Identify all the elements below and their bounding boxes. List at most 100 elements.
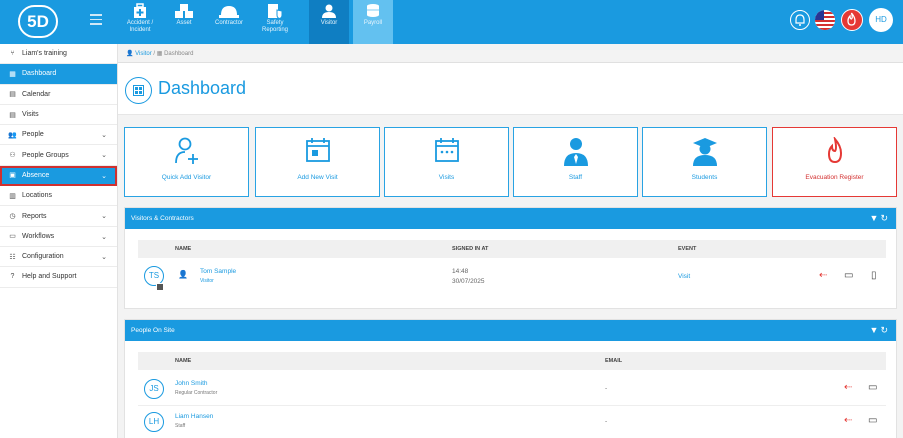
module-label: Visitor bbox=[320, 20, 338, 26]
id-card-icon[interactable]: ▭ bbox=[868, 415, 877, 426]
panel-title: Visitors & Contractors bbox=[131, 215, 194, 222]
page-header: Dashboard bbox=[118, 63, 903, 115]
module-label: Asset bbox=[176, 20, 192, 26]
help-icon: ? bbox=[10, 273, 15, 281]
table-row[interactable]: LH Liam Hansen Staff - ⇠ ▭ bbox=[138, 406, 886, 438]
sidebar-item-label: People bbox=[22, 131, 44, 139]
sidebar-item-visits[interactable]: ▤ Visits bbox=[0, 105, 117, 126]
chevron-down-icon: ⌄ bbox=[101, 132, 107, 140]
sidebar-item-workflows[interactable]: ▭ Workflows ⌄ bbox=[0, 227, 117, 247]
id-card-icon[interactable]: ▭ bbox=[868, 382, 877, 393]
sidebar-item-locations[interactable]: ▥ Locations bbox=[0, 186, 117, 207]
module-visitor[interactable]: Visitor bbox=[309, 0, 349, 44]
tile-quick-add-visitor[interactable]: Quick Add Visitor bbox=[124, 127, 249, 197]
tile-add-new-visit[interactable]: Add New Visit bbox=[255, 127, 380, 197]
branch-icon: ⑂ bbox=[10, 50, 15, 58]
breadcrumb-separator: / bbox=[153, 51, 156, 57]
table-row[interactable]: JS John Smith Regular Contractor - ⇠ ▭ bbox=[138, 372, 886, 406]
sidebar-item-configuration[interactable]: ☷ Configuration ⌄ bbox=[0, 247, 117, 268]
sidebar-item-label: Workflows bbox=[22, 232, 55, 240]
sidebar-item-calendar[interactable]: ▤ Calendar bbox=[0, 85, 117, 105]
row-name[interactable]: Liam Hansen bbox=[175, 413, 213, 420]
sidebar-item-people[interactable]: 👥 People ⌄ bbox=[0, 125, 117, 146]
sign-out-icon[interactable]: ⇠ bbox=[844, 415, 852, 426]
chevron-down-icon: ⌄ bbox=[101, 152, 107, 160]
calendar-add-icon bbox=[305, 138, 330, 162]
row-type: Visitor bbox=[200, 278, 214, 284]
module-payroll[interactable]: Payroll bbox=[353, 0, 393, 44]
visitors-contractors-panel: Visitors & Contractors ▼↻ NAME SIGNED IN… bbox=[124, 207, 897, 309]
sidebar-item-liams-training[interactable]: ⑂ Liam's training bbox=[0, 44, 117, 65]
signed-in-time: 14:48 bbox=[452, 268, 469, 275]
sidebar-item-people-groups[interactable]: ⚇ People Groups ⌄ bbox=[0, 145, 117, 166]
tile-visits[interactable]: Visits bbox=[384, 127, 509, 197]
row-name[interactable]: John Smith bbox=[175, 380, 208, 387]
boxes-icon bbox=[175, 4, 193, 18]
sidebar-item-help-and-support[interactable]: ? Help and Support bbox=[0, 267, 117, 288]
sidebar-item-absence[interactable]: ▣ Absence ⌄ bbox=[0, 165, 117, 187]
person-icon bbox=[322, 4, 336, 18]
logo-area: 5D bbox=[0, 0, 118, 44]
tile-evacuation-register[interactable]: Evacuation Register bbox=[772, 127, 897, 197]
sign-out-icon[interactable]: ⇠ bbox=[844, 382, 852, 393]
sidebar-item-label: Help and Support bbox=[22, 273, 77, 281]
tile-staff[interactable]: Staff bbox=[513, 127, 638, 197]
sidebar-item-reports[interactable]: ◷ Reports ⌄ bbox=[0, 206, 117, 227]
filter-icon[interactable]: ▼ bbox=[870, 325, 881, 335]
tile-students[interactable]: Students bbox=[642, 127, 767, 197]
breadcrumb-current: Dashboard bbox=[164, 51, 194, 57]
top-bar: 5D Accident / Incident Asset Contractor … bbox=[0, 0, 903, 44]
row-name[interactable]: Tom Sample bbox=[200, 268, 236, 275]
coins-icon bbox=[367, 4, 379, 17]
column-header-name: NAME bbox=[175, 246, 192, 252]
settings-icon: ☷ bbox=[9, 253, 16, 261]
sidebar-item-label: Reports bbox=[22, 212, 47, 220]
tile-label: Students bbox=[691, 174, 718, 181]
tile-label: Evacuation Register bbox=[805, 174, 864, 181]
sign-out-icon[interactable]: ⇠ bbox=[819, 270, 827, 281]
event-link[interactable]: Visit bbox=[678, 273, 690, 280]
person-signed-in-icon: 👤 bbox=[178, 270, 188, 279]
breadcrumb-visitor-link[interactable]: Visitor bbox=[135, 51, 152, 57]
notifications-bell-icon[interactable] bbox=[790, 10, 810, 30]
breadcrumb: 👤 Visitor / ▦ Dashboard bbox=[118, 44, 903, 63]
module-safety-reporting[interactable]: Safety Reporting bbox=[255, 0, 295, 44]
tile-label: Visits bbox=[438, 174, 455, 181]
refresh-icon[interactable]: ↻ bbox=[880, 213, 890, 223]
calendar-icon: ▤ bbox=[9, 111, 16, 119]
panel-header: People On Site ▼↻ bbox=[125, 320, 896, 341]
us-flag-icon[interactable] bbox=[815, 10, 835, 30]
filter-icon[interactable]: ▼ bbox=[870, 213, 881, 223]
menu-toggle-icon[interactable] bbox=[90, 14, 102, 25]
user-avatar[interactable]: HD bbox=[869, 8, 893, 32]
id-card-icon[interactable]: ▭ bbox=[844, 270, 853, 281]
add-person-icon bbox=[174, 137, 198, 164]
people-on-site-panel: People On Site ▼↻ NAME EMAIL JS John Smi… bbox=[124, 319, 897, 438]
sidebar-item-dashboard[interactable]: ▦ Dashboard bbox=[0, 64, 117, 85]
table-header: NAME EMAIL bbox=[138, 352, 886, 370]
badge-icon bbox=[156, 283, 164, 291]
page-title: Dashboard bbox=[158, 78, 247, 98]
signed-in-date: 30/07/2025 bbox=[452, 278, 485, 285]
module-contractor[interactable]: Contractor bbox=[209, 0, 249, 44]
sidebar-item-label: Calendar bbox=[22, 90, 51, 98]
module-accident-incident[interactable]: Accident / Incident bbox=[120, 0, 160, 44]
app-logo[interactable]: 5D bbox=[18, 5, 58, 38]
door-icon[interactable]: ▯ bbox=[871, 270, 877, 281]
panel-title: People On Site bbox=[131, 327, 175, 334]
absence-calendar-icon: ▣ bbox=[9, 172, 16, 180]
emergency-fire-icon[interactable] bbox=[841, 9, 863, 31]
sidebar-item-label: Locations bbox=[22, 192, 52, 200]
sidebar-item-label: Absence bbox=[22, 171, 50, 179]
chevron-down-icon: ⌄ bbox=[101, 233, 107, 241]
clock-icon: ◷ bbox=[9, 213, 16, 221]
staff-icon bbox=[563, 138, 588, 166]
sidebar-item-label: Visits bbox=[22, 111, 39, 119]
tile-label: Add New Visit bbox=[297, 174, 338, 181]
dashboard-icon: ▦ bbox=[9, 70, 16, 78]
dashboard-icon bbox=[125, 77, 152, 104]
people-groups-icon: ⚇ bbox=[9, 152, 16, 160]
module-asset[interactable]: Asset bbox=[164, 0, 204, 44]
column-header-email: EMAIL bbox=[605, 358, 623, 364]
refresh-icon[interactable]: ↻ bbox=[880, 325, 890, 335]
